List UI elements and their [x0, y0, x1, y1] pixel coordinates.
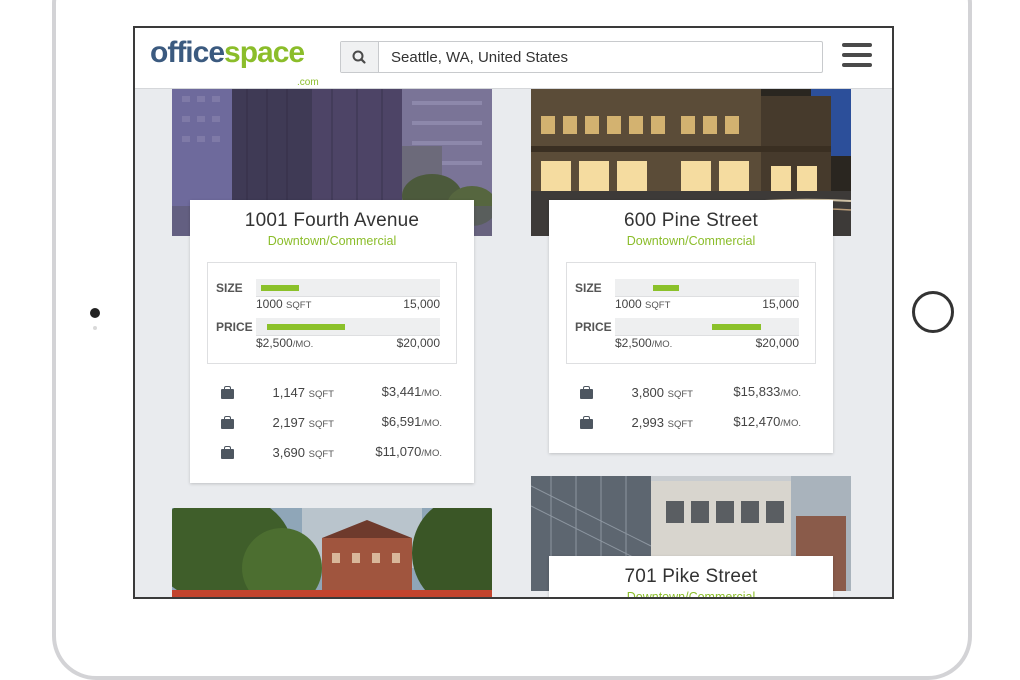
sqft-value: 2,993 — [631, 415, 665, 430]
sqft-unit: SQFT — [667, 389, 693, 400]
space-price: $15,833/MO. — [733, 384, 801, 399]
search-input[interactable] — [379, 42, 819, 72]
sqft-value: 2,197 — [272, 415, 306, 430]
space-price: $11,070/MO. — [375, 444, 442, 459]
size-min-value: 1000 — [256, 297, 283, 311]
price-min: $2,500/MO. — [256, 336, 313, 350]
briefcase-icon — [221, 446, 234, 459]
size-min: 1000 SQFT — [256, 297, 311, 311]
sqft-unit: SQFT — [308, 419, 334, 430]
size-label: SIZE — [216, 281, 243, 295]
space-sqft: 1,147 SQFT — [250, 385, 334, 400]
camera-icon — [90, 308, 100, 318]
space-price: $12,470/MO. — [733, 414, 801, 429]
space-row[interactable]: 3,800 SQFT $15,833/MO. — [549, 384, 833, 414]
space-row[interactable]: 1,147 SQFT $3,441/MO. — [190, 384, 474, 414]
sqft-value: 3,690 — [272, 445, 306, 460]
space-row[interactable]: 2,197 SQFT $6,591/MO. — [190, 414, 474, 444]
logo-office-text: office — [150, 36, 225, 69]
price-min-unit: /MO. — [292, 339, 314, 350]
space-row[interactable]: 2,993 SQFT $12,470/MO. — [549, 414, 833, 444]
space-sqft: 3,690 SQFT — [250, 445, 334, 460]
size-min-value: 1000 — [615, 297, 642, 311]
top-header: officespace .com — [135, 28, 892, 89]
briefcase-icon — [221, 416, 234, 429]
sqft-unit: SQFT — [667, 419, 693, 430]
price-value: $3,441 — [381, 384, 422, 399]
size-range-fill — [653, 285, 679, 291]
price-unit: /MO. — [780, 388, 801, 399]
sqft-unit: SQFT — [308, 389, 334, 400]
price-min-value: $2,500 — [256, 336, 293, 350]
price-value: $12,470 — [733, 414, 781, 429]
price-range-fill — [267, 324, 345, 330]
listing-card-1001-fourth[interactable]: 1001 Fourth Avenue Downtown/Commercial S… — [190, 200, 474, 483]
price-unit: /MO. — [421, 448, 442, 459]
listing-area: Downtown/Commercial — [267, 234, 397, 248]
size-range-track — [256, 279, 440, 297]
size-min-unit: SQFT — [645, 300, 671, 311]
space-list: 1,147 SQFT $3,441/MO. 2,197 SQFT $6,591/… — [190, 384, 474, 474]
sqft-value: 1,147 — [272, 385, 306, 400]
price-range-track — [256, 318, 440, 336]
home-button[interactable] — [912, 291, 954, 333]
app-screen: officespace .com Seattle, WA, United Sta… — [133, 26, 894, 599]
price-label: PRICE — [216, 320, 253, 334]
sqft-unit: SQFT — [308, 449, 334, 460]
size-range-fill — [261, 285, 299, 291]
space-row[interactable]: 3,690 SQFT $11,070/MO. — [190, 444, 474, 474]
listing-photo-3[interactable] — [172, 508, 492, 597]
range-stats: SIZE 1000 SQFT 15,000 PRICE $2,500/MO. $… — [207, 262, 457, 364]
logo-com-text: .com — [297, 77, 319, 88]
price-value: $15,833 — [733, 384, 781, 399]
listing-card-701-pike[interactable]: 701 Pike Street Downtown/Commercial — [549, 556, 833, 599]
officespace-logo[interactable]: officespace .com — [150, 36, 319, 88]
search-button[interactable] — [341, 42, 379, 72]
listing-card-600-pine[interactable]: 600 Pine Street Downtown/Commercial SIZE… — [549, 200, 833, 453]
briefcase-icon — [580, 386, 593, 399]
briefcase-icon — [221, 386, 234, 399]
price-range-track — [615, 318, 799, 336]
logo-space-text: space — [224, 36, 305, 69]
space-sqft: 2,993 SQFT — [609, 415, 693, 430]
price-max: $20,000 — [396, 336, 440, 350]
size-min: 1000 SQFT — [615, 297, 670, 311]
price-value: $6,591 — [381, 414, 422, 429]
briefcase-icon — [580, 416, 593, 429]
size-max: 15,000 — [403, 297, 440, 311]
price-unit: /MO. — [421, 388, 442, 399]
search-icon — [352, 50, 366, 64]
listing-title[interactable]: 1001 Fourth Avenue — [190, 210, 474, 232]
price-value: $11,070 — [375, 444, 422, 459]
price-label: PRICE — [575, 320, 612, 334]
sensor-dot — [93, 326, 97, 330]
sqft-value: 3,800 — [631, 385, 665, 400]
size-range-track — [615, 279, 799, 297]
price-min-value: $2,500 — [615, 336, 652, 350]
menu-line — [842, 53, 872, 57]
listing-area: Downtown/Commercial — [626, 590, 756, 599]
space-sqft: 2,197 SQFT — [250, 415, 334, 430]
menu-line — [842, 43, 872, 47]
hamburger-menu-icon[interactable] — [842, 43, 872, 69]
listing-area: Downtown/Commercial — [626, 234, 756, 248]
menu-line — [842, 63, 872, 67]
listing-title[interactable]: 600 Pine Street — [549, 210, 833, 232]
size-max: 15,000 — [762, 297, 799, 311]
range-stats: SIZE 1000 SQFT 15,000 PRICE $2,500/MO. $… — [566, 262, 816, 364]
price-max: $20,000 — [755, 336, 799, 350]
space-sqft: 3,800 SQFT — [609, 385, 693, 400]
size-label: SIZE — [575, 281, 602, 295]
space-price: $6,591/MO. — [382, 414, 442, 429]
listing-title[interactable]: 701 Pike Street — [549, 566, 833, 588]
price-min-unit: /MO. — [651, 339, 673, 350]
price-min: $2,500/MO. — [615, 336, 672, 350]
space-price: $3,441/MO. — [382, 384, 442, 399]
space-list: 3,800 SQFT $15,833/MO. 2,993 SQFT $12,47… — [549, 384, 833, 444]
size-min-unit: SQFT — [286, 300, 312, 311]
price-unit: /MO. — [421, 418, 442, 429]
search-bar — [340, 41, 823, 73]
price-range-fill — [712, 324, 761, 330]
price-unit: /MO. — [780, 418, 801, 429]
